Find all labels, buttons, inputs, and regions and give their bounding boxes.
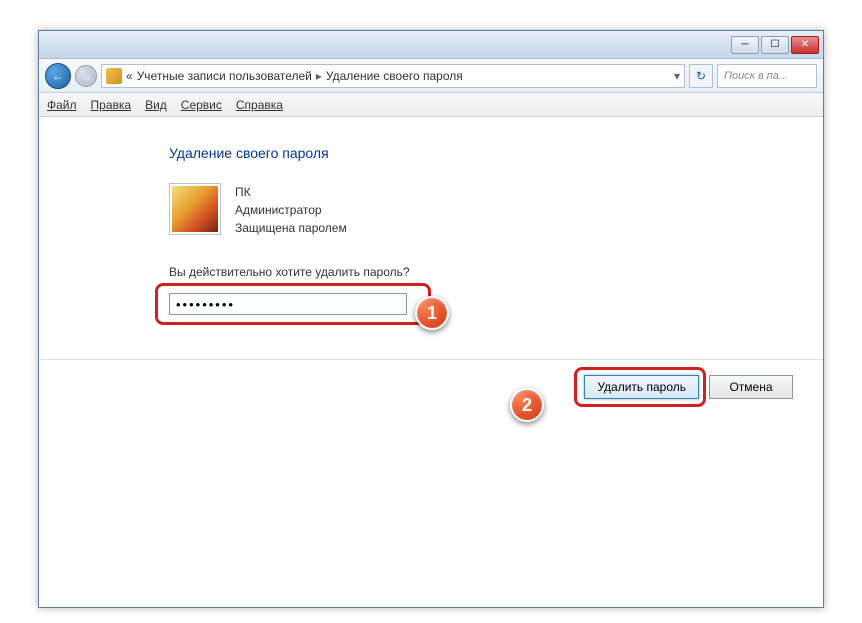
user-accounts-icon [106,68,122,84]
breadcrumb-part2[interactable]: Удаление своего пароля [326,69,463,83]
delete-button-wrap: Удалить пароль [584,375,699,399]
user-info-text: ПК Администратор Защищена паролем [235,183,347,237]
breadcrumb-dropdown-icon[interactable]: ▾ [674,69,680,83]
menu-file[interactable]: Файл [47,98,77,112]
annotation-marker-1: 1 [415,296,449,330]
menu-bar: Файл Правка Вид Сервис Справка [39,93,823,117]
menu-tools[interactable]: Сервис [181,98,222,112]
password-field-wrap [169,293,445,315]
breadcrumb-prefix: « [126,69,133,83]
navigation-bar: ← → « Учетные записи пользователей ▸ Уда… [39,59,823,93]
menu-edit[interactable]: Правка [91,98,132,112]
password-input[interactable] [169,293,407,315]
user-role: Администратор [235,201,347,219]
close-button[interactable]: ✕ [791,36,819,54]
maximize-button[interactable]: ☐ [761,36,789,54]
refresh-button[interactable]: ↻ [689,64,713,88]
confirm-prompt: Вы действительно хотите удалить пароль? [169,265,823,279]
avatar [169,183,221,235]
user-name: ПК [235,183,347,201]
titlebar: ─ ☐ ✕ [39,31,823,59]
breadcrumb-part1[interactable]: Учетные записи пользователей [137,69,312,83]
avatar-image [172,186,218,232]
search-input[interactable]: Поиск в па... [717,64,817,88]
button-row: Удалить пароль Отмена [584,375,793,399]
breadcrumb[interactable]: « Учетные записи пользователей ▸ Удалени… [101,64,685,88]
annotation-marker-2: 2 [510,388,544,422]
cancel-button[interactable]: Отмена [709,375,793,399]
page-title: Удаление своего пароля [169,145,823,161]
back-button[interactable]: ← [45,63,71,89]
breadcrumb-sep-icon: ▸ [316,69,322,83]
user-info-row: ПК Администратор Защищена паролем [169,183,823,237]
forward-button[interactable]: → [75,65,97,87]
menu-help[interactable]: Справка [236,98,283,112]
menu-view[interactable]: Вид [145,98,167,112]
user-status: Защищена паролем [235,219,347,237]
content-area: Удаление своего пароля ПК Администратор … [39,117,823,315]
delete-password-button[interactable]: Удалить пароль [584,375,699,399]
divider [39,359,823,360]
minimize-button[interactable]: ─ [731,36,759,54]
